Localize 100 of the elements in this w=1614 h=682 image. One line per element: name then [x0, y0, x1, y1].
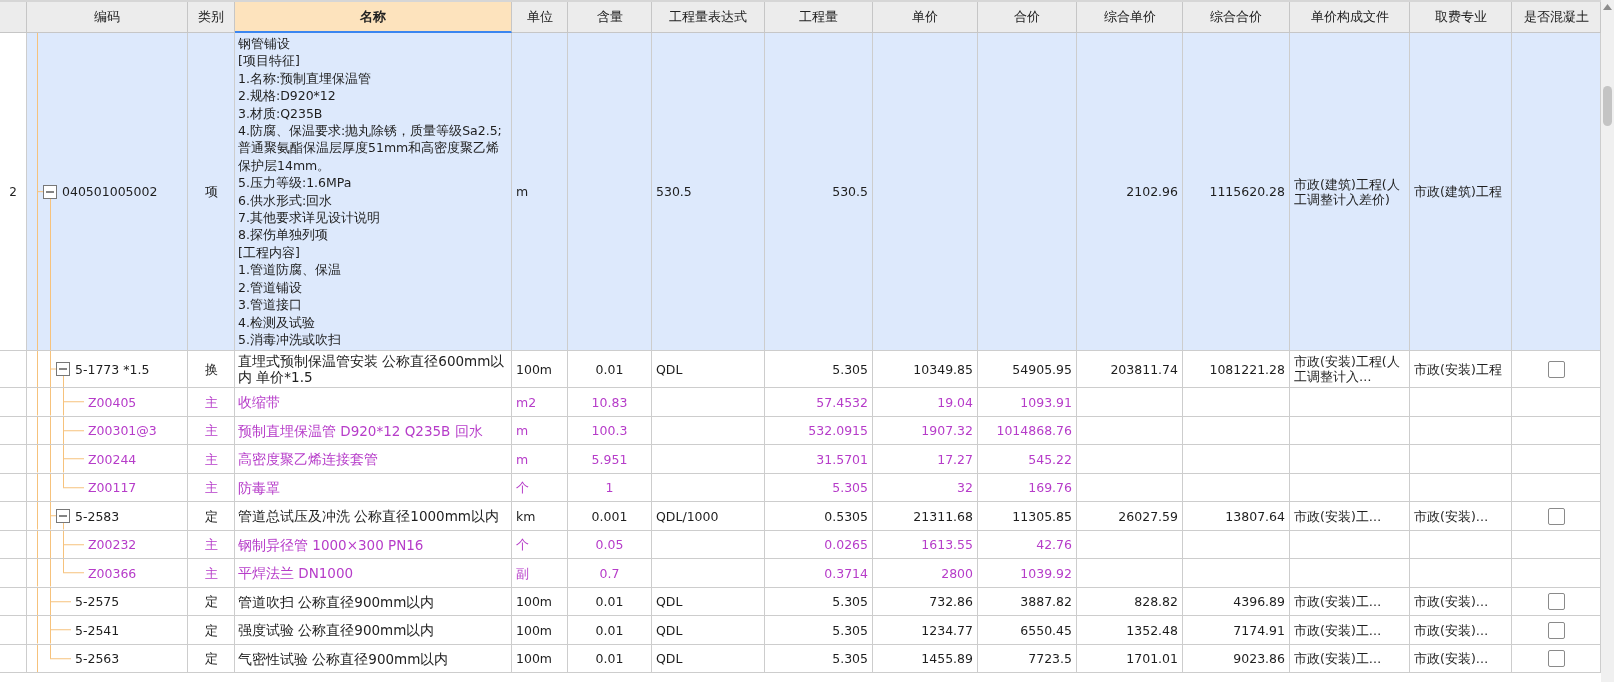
column-header[interactable]: 合价: [978, 2, 1077, 33]
table-cell: 0.01: [568, 616, 652, 645]
table-cell: 5.305: [765, 644, 873, 674]
table-cell: 5.951: [568, 445, 652, 474]
empty-cell: [0, 616, 27, 645]
table-row[interactable]: Z00244 主 高密度聚乙烯连接套管 m 5.951 31.5701 17.27 545.22: [0, 445, 1601, 474]
checkbox[interactable]: [1547, 650, 1565, 668]
table-cell: 5-2583: [75, 508, 120, 524]
table-cell: 5-1773 *1.5: [75, 361, 150, 377]
table-row[interactable]: Z00301@3 主 预制直埋保温管 D920*12 Q235B 回水 m 100.3 532.0915 1907.32 1014868.76: [0, 416, 1601, 446]
table-row[interactable]: [0, 33, 1601, 352]
table-cell: 0.7: [568, 559, 652, 588]
tree-guide-lines: [37, 445, 85, 473]
column-header[interactable]: 含量: [568, 2, 652, 33]
empty-cell: [0, 644, 27, 674]
table-cell: 1234.77: [873, 616, 978, 645]
collapse-toggle[interactable]: [56, 362, 70, 377]
table-row[interactable]: Z00366 主 平焊法兰 DN1000 副 0.7 0.3714 2800 1039.92: [0, 559, 1601, 588]
table-cell: 19.04: [873, 388, 978, 417]
table-cell: 市政(安装)…: [1410, 616, 1512, 645]
table-cell: 5.305: [765, 616, 873, 645]
table-cell: 7723.5: [978, 644, 1077, 674]
table-cell: 1039.92: [978, 559, 1077, 588]
table-row[interactable]: Z00117 主 防毒罩 个 1 5.305 32 169.76: [0, 473, 1601, 503]
table-cell: 气密性试验 公称直径900mm以内: [235, 644, 512, 674]
header-corner: [0, 2, 27, 33]
scrollbar-thumb[interactable]: [1603, 86, 1612, 126]
tree-guide-lines: [37, 587, 72, 616]
table-cell: 市政(安装)工…: [1290, 502, 1410, 531]
table-cell: 13807.64: [1183, 502, 1290, 531]
table-cell: 主: [188, 559, 235, 588]
table-cell: Z00301@3: [88, 423, 157, 439]
table-cell: 副: [512, 559, 568, 588]
checkbox[interactable]: [1547, 360, 1565, 378]
checkbox[interactable]: [1547, 507, 1565, 525]
table-cell: 收缩带: [235, 388, 512, 417]
tree-guide-lines: [37, 416, 85, 445]
table-cell: 545.22: [978, 445, 1077, 474]
column-header[interactable]: 工程量: [765, 2, 873, 33]
column-header[interactable]: 是否混凝土: [1512, 2, 1601, 33]
checkbox[interactable]: [1547, 621, 1565, 639]
table-row[interactable]: 5-2563 定 气密性试验 公称直径900mm以内 100m 0.01 QDL 5.305 1455.89 7723.5 1701.01 9023.86 市政(安装)工… 市政(安装)…: [0, 644, 1601, 674]
table-cell: 1093.91: [978, 388, 1077, 417]
table-cell: 主: [188, 445, 235, 474]
row-number: 2: [0, 33, 27, 352]
column-header[interactable]: 单价: [873, 2, 978, 33]
table-cell: 57.4532: [765, 388, 873, 417]
table-cell: 市政(安装)…: [1410, 644, 1512, 674]
table-cell: 100m: [512, 644, 568, 674]
table-cell: QDL: [652, 644, 765, 674]
table-row[interactable]: Z00232 主 钢制异径管 1000×300 PN16 个 0.05 0.0265 1613.55 42.76: [0, 530, 1601, 560]
column-header[interactable]: 工程量表达式: [652, 2, 765, 33]
tree-guide-lines: [37, 559, 85, 587]
column-header[interactable]: 编码: [27, 2, 188, 33]
table-cell: 市政(安装)工…: [1290, 644, 1410, 674]
column-header[interactable]: 单位: [512, 2, 568, 33]
table-cell: 0.01: [568, 644, 652, 674]
collapse-toggle[interactable]: [43, 184, 57, 199]
table-cell: 5-2563: [75, 651, 120, 667]
table-cell: 强度试验 公称直径900mm以内: [235, 616, 512, 645]
table-cell: 040501005002: [62, 184, 158, 200]
table-row[interactable]: Z00405 主 收缩带 m2 10.83 57.4532 19.04 1093.91: [0, 388, 1601, 417]
table-cell: Z00232: [88, 537, 137, 553]
table-cell: 31.5701: [765, 445, 873, 474]
scrollbar[interactable]: [1601, 0, 1614, 682]
table-cell: 1455.89: [873, 644, 978, 674]
column-header[interactable]: 综合单价: [1077, 2, 1183, 33]
table-cell: 0.3714: [765, 559, 873, 588]
table-cell: Z00366: [88, 565, 137, 581]
table-cell: 定: [188, 616, 235, 645]
column-header[interactable]: 类别: [188, 2, 235, 33]
empty-cell: [0, 388, 27, 417]
table-row[interactable]: 5-2583 定 管道总试压及冲洗 公称直径1000mm以内 km 0.001 QDL/1000 0.5305 21311.68 11305.85 26027.59 13807.64 市政(安装)工… 市政(安装)…: [0, 502, 1601, 531]
table-cell: QDL/1000: [652, 502, 765, 531]
table-cell: Z00244: [88, 451, 137, 467]
table-cell: Z00117: [88, 480, 137, 496]
tree-guide-lines: [37, 616, 72, 644]
table-cell: 主: [188, 388, 235, 417]
table-cell: 高密度聚乙烯连接套管: [235, 445, 512, 474]
table-cell: 市政(安装)工…: [1290, 616, 1410, 645]
table-row[interactable]: 5-2575 定 管道吹扫 公称直径900mm以内 100m 0.01 QDL 5.305 732.86 3887.82 828.82 4396.89 市政(安装)工… 市政(安装)…: [0, 587, 1601, 617]
table-cell: 26027.59: [1077, 502, 1183, 531]
scroll-up-arrow-icon[interactable]: [1603, 4, 1612, 10]
table-cell: 0.001: [568, 502, 652, 531]
column-header[interactable]: 名称: [235, 2, 512, 33]
table-cell: 11305.85: [978, 502, 1077, 531]
table-row[interactable]: 5-2541 定 强度试验 公称直径900mm以内 100m 0.01 QDL 5.305 1234.77 6550.45 1352.48 7174.91 市政(安装)工… 市政(安装)…: [0, 616, 1601, 645]
checkbox[interactable]: [1547, 593, 1565, 611]
table-cell: 1701.01: [1077, 644, 1183, 674]
collapse-toggle[interactable]: [56, 509, 70, 524]
column-header[interactable]: 综合合价: [1183, 2, 1290, 33]
empty-cell: [0, 559, 27, 588]
table-cell: 0.5305: [765, 502, 873, 531]
table-cell: 平焊法兰 DN1000: [235, 559, 512, 588]
column-header[interactable]: 单价构成文件: [1290, 2, 1410, 33]
table-cell: 5-2541: [75, 622, 120, 638]
table-cell: 6550.45: [978, 616, 1077, 645]
table-cell: m: [512, 445, 568, 474]
empty-cell: [0, 445, 27, 474]
column-header[interactable]: 取费专业: [1410, 2, 1512, 33]
